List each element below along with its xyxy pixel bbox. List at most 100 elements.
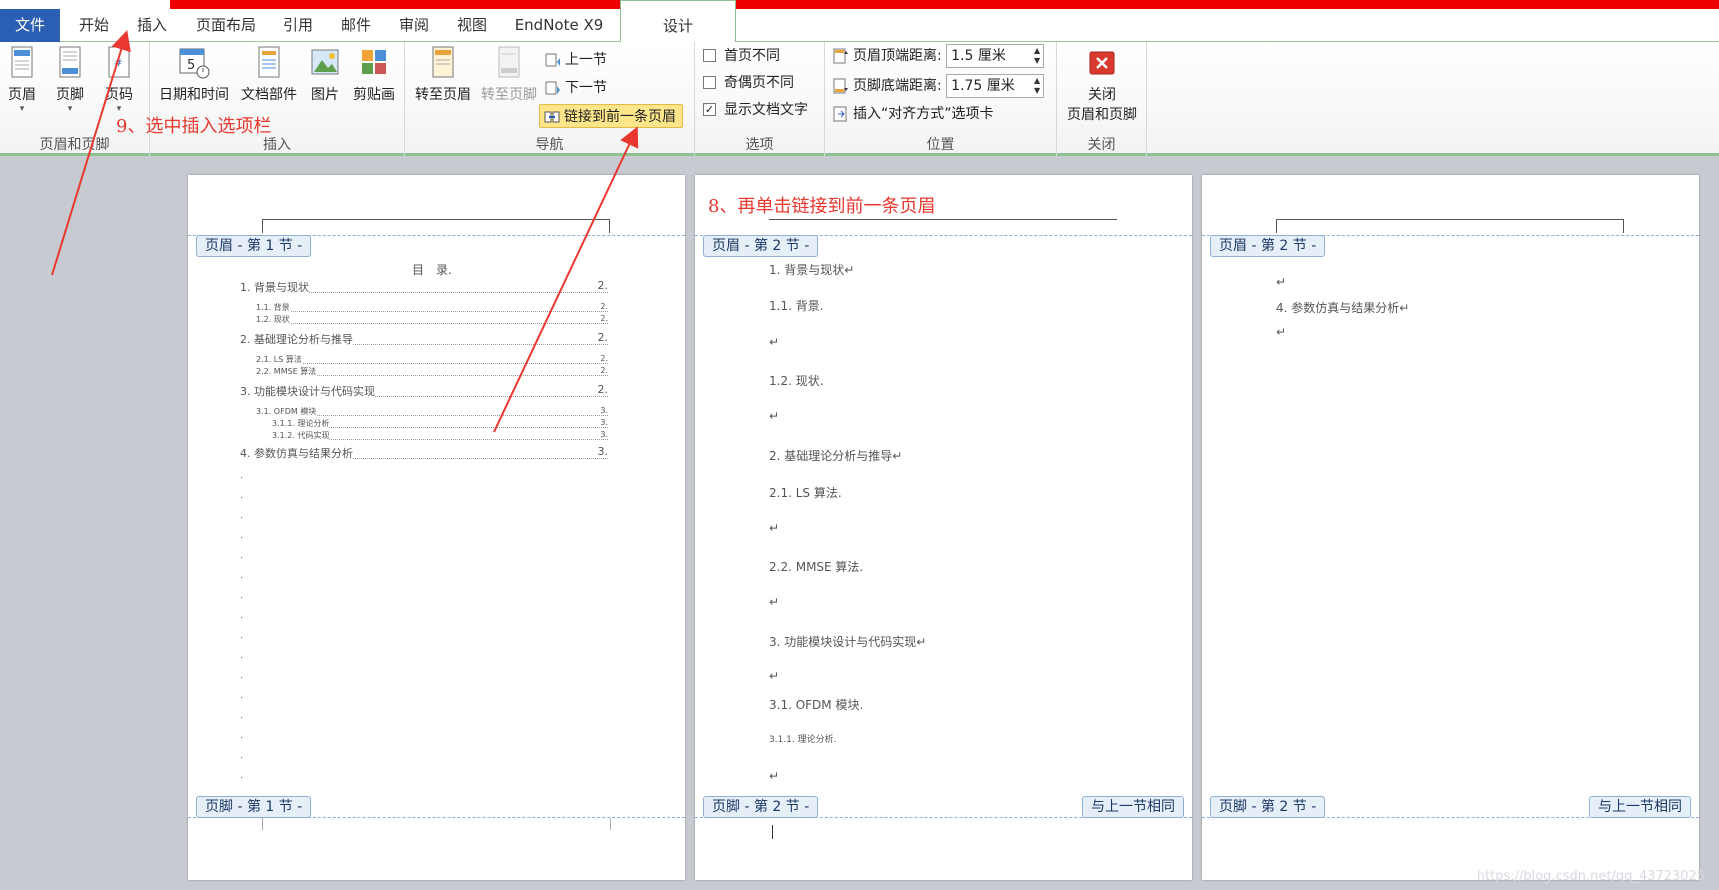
insert-alignment-tab-button[interactable]: 插入“对齐方式”选项卡 (833, 102, 994, 126)
goto-header-button[interactable]: 转至页眉 (411, 46, 475, 104)
calendar-clock-icon: 5 (179, 48, 210, 79)
body-line: 3. 功能模块设计与代码实现↵ (769, 635, 927, 649)
goto-footer-button[interactable]: 转至页脚 (477, 46, 541, 104)
docparts-icon (258, 46, 280, 78)
ribbon-tabs: 文件 开始 插入 页面布局 引用 邮件 审阅 视图 EndNote X9 设计 (0, 0, 1719, 42)
docparts-button[interactable]: 文档部件 (236, 46, 302, 104)
show-document-text-checkbox[interactable]: ✓ 显示文档文字 (703, 98, 808, 122)
picture-button[interactable]: 图片 (306, 46, 344, 104)
tab-page-layout[interactable]: 页面布局 (188, 9, 264, 42)
toc-entry-page: 2. (597, 279, 608, 292)
link-to-previous-button[interactable]: 链接到前一条页眉 (539, 104, 683, 128)
different-odd-even-checkbox[interactable]: 奇偶页不同 (703, 71, 794, 95)
body-line: 1. 背景与现状↵ (769, 263, 855, 277)
footer-bottom-distance-input[interactable]: 1.75 厘米 ▲ ▼ (946, 74, 1045, 98)
header-rule (262, 219, 610, 233)
header-rule (1276, 219, 1624, 233)
svg-text:5: 5 (187, 58, 195, 73)
title-strip (0, 0, 1719, 9)
body-line: 2.1. LS 算法. (769, 486, 842, 500)
paragraph-mark: ↵ (769, 769, 780, 783)
tab-mailings[interactable]: 邮件 (330, 9, 382, 42)
toc-entry[interactable]: 3.1.2. 代码实现 3. (272, 428, 608, 441)
spin-arrows-icon[interactable]: ▲ ▼ (1034, 76, 1040, 96)
toc-entry[interactable]: 2.2. MMSE 算法 2. (256, 364, 608, 377)
footer-bottom-distance: 页脚底端距离: 1.75 厘米 ▲ ▼ (833, 74, 1045, 98)
footer-section-tag: 页脚 - 第 2 节 - (1210, 796, 1326, 818)
goto-footer-icon (498, 46, 520, 78)
toc-entry[interactable]: 1. 背景与现状 2. (240, 279, 608, 295)
toc-entry[interactable]: 2. 基础理论分析与推导 2. (240, 331, 608, 347)
datetime-button[interactable]: 5 日期和时间 (156, 46, 232, 104)
group-label: 关闭 (1087, 137, 1116, 153)
goto-header-icon (432, 46, 454, 78)
toc-entry-text: 3. 功能模块设计与代码实现 (240, 383, 375, 399)
paragraph-mark: . (240, 670, 244, 681)
page-number-button[interactable]: # 页码 ▾ (98, 46, 140, 114)
tab-home[interactable]: 开始 (68, 9, 120, 42)
tab-endnote[interactable]: EndNote X9 (506, 9, 612, 42)
toc-entry-page: 2. (600, 366, 608, 375)
toc-entry-page: 3. (600, 406, 608, 415)
tab-references[interactable]: 引用 (272, 9, 324, 42)
toc-entry[interactable]: 1.1. 背景 2. (256, 300, 608, 313)
toc-entry[interactable]: 4. 参数仿真与结果分析 3. (240, 445, 608, 461)
toc-entry-page: 2. (600, 302, 608, 311)
tab-file[interactable]: 文件 (0, 9, 60, 42)
tab-view[interactable]: 视图 (446, 9, 498, 42)
different-first-page-checkbox[interactable]: 首页不同 (703, 44, 780, 68)
toc-entry[interactable]: 2.1. LS 算法 2. (256, 352, 608, 365)
chevron-down-icon: ▾ (67, 104, 73, 114)
paragraph-mark: . (240, 630, 244, 641)
chevron-down-icon: ▾ (19, 104, 25, 114)
paragraph-mark: ↵ (769, 669, 780, 683)
toc-entry[interactable]: 3.1. OFDM 模块 3. (256, 404, 608, 417)
paragraph-mark: . (240, 710, 244, 721)
group-close: 关闭 页眉和页脚 关闭 (1057, 42, 1147, 156)
toc-title: 目 录. (412, 263, 452, 277)
tab-review[interactable]: 审阅 (388, 9, 440, 42)
annotation-step-9: 9、选中插入选项栏 (116, 116, 272, 137)
close-header-footer-button[interactable]: 关闭 页眉和页脚 (1061, 46, 1143, 124)
toc-entry[interactable]: 1.2. 现状 2. (256, 312, 608, 325)
toc-entry-page: 2. (597, 383, 608, 396)
footer-margin-mark (610, 818, 611, 830)
toc-entry-text: 4. 参数仿真与结果分析 (240, 445, 353, 461)
header-section-tag: 页眉 - 第 2 节 - (703, 235, 819, 257)
paragraph-mark: . (240, 470, 244, 481)
paragraph-mark: ↵ (1276, 275, 1287, 289)
annotation-step-8: 8、再单击链接到前一条页眉 (708, 196, 936, 217)
previous-section-icon (545, 52, 561, 68)
paragraph-mark: . (240, 610, 244, 621)
body-line: 3.1.1. 理论分析. (769, 735, 837, 745)
body-line: 2. 基础理论分析与推导↵ (769, 449, 903, 463)
toc-entry-page: 2. (600, 354, 608, 363)
toc-entry[interactable]: 3.1.1. 理论分析 3. (272, 416, 608, 429)
watermark: https://blog.csdn.net/qq_43723025 (1476, 869, 1705, 884)
tab-insert[interactable]: 插入 (126, 9, 178, 42)
paragraph-mark: . (240, 490, 244, 501)
footer-margin-mark (262, 818, 263, 830)
paragraph-mark: . (240, 570, 244, 581)
header-top-distance-input[interactable]: 1.5 厘米 ▲ ▼ (946, 44, 1045, 68)
header-rule (769, 219, 1117, 233)
tab-design[interactable]: 设计 (620, 0, 736, 42)
group-insert: 5 日期和时间 文档部件 图片 剪贴画 插入 (150, 42, 405, 156)
next-section-button[interactable]: 下一节 (545, 76, 607, 100)
clipart-icon (362, 50, 386, 74)
header-distance-icon (833, 48, 849, 64)
footer-button[interactable]: 页脚 ▾ (50, 46, 90, 114)
header-button[interactable]: 页眉 ▾ (2, 46, 42, 114)
paragraph-mark: . (240, 650, 244, 661)
previous-section-button[interactable]: 上一节 (545, 48, 607, 72)
header-section-tag: 页眉 - 第 1 节 - (196, 235, 312, 257)
spin-arrows-icon[interactable]: ▲ ▼ (1034, 46, 1040, 66)
body-line: 2.2. MMSE 算法. (769, 560, 864, 574)
toc-entry-text: 1. 背景与现状 (240, 279, 309, 295)
paragraph-mark: ↵ (769, 335, 780, 349)
toc-entry[interactable]: 3. 功能模块设计与代码实现 2. (240, 383, 608, 399)
footer-icon (59, 46, 81, 78)
group-navigation: 转至页眉 转至页脚 上一节 下一节 链接到前一条页眉 导航 (405, 42, 695, 156)
body-line: 4. 参数仿真与结果分析↵ (1276, 301, 1410, 315)
clipart-button[interactable]: 剪贴画 (348, 46, 400, 104)
